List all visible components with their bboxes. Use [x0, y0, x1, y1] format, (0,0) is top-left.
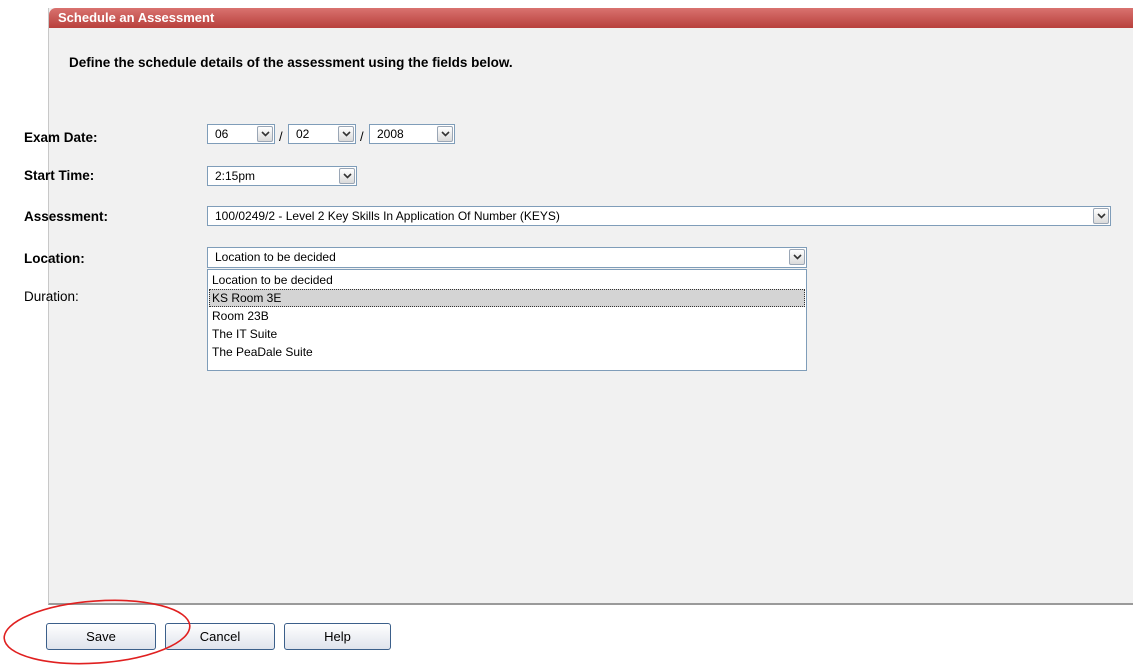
location-option[interactable]: Room 23B: [209, 307, 805, 325]
cancel-button[interactable]: Cancel: [165, 623, 275, 650]
location-value: Location to be decided: [215, 250, 336, 264]
start-time-select[interactable]: 2:15pm: [207, 166, 357, 186]
date-separator: /: [360, 129, 364, 144]
start-time-label: Start Time:: [24, 168, 95, 183]
exam-year-value: 2008: [377, 127, 404, 141]
panel-title: Schedule an Assessment: [49, 8, 1133, 28]
exam-year-select[interactable]: 2008: [369, 124, 455, 144]
chevron-down-icon[interactable]: [338, 126, 354, 142]
save-button[interactable]: Save: [46, 623, 156, 650]
location-dropdown-list: Location to be decided KS Room 3E Room 2…: [207, 269, 807, 371]
help-button[interactable]: Help: [284, 623, 391, 650]
chevron-down-icon[interactable]: [257, 126, 273, 142]
exam-day-value: 06: [215, 127, 229, 141]
assessment-select[interactable]: 100/0249/2 - Level 2 Key Skills In Appli…: [207, 206, 1111, 226]
date-separator: /: [279, 129, 283, 144]
start-time-value: 2:15pm: [215, 169, 256, 183]
intro-text: Define the schedule details of the asses…: [69, 55, 513, 70]
location-label: Location:: [24, 251, 85, 266]
location-option[interactable]: Location to be decided: [209, 271, 805, 289]
duration-label: Duration:: [24, 289, 79, 304]
chevron-down-icon[interactable]: [789, 249, 805, 265]
exam-date-label: Exam Date:: [24, 130, 98, 145]
assessment-label: Assessment:: [24, 209, 109, 224]
location-option[interactable]: The PeaDale Suite: [209, 343, 805, 361]
assessment-value: 100/0249/2 - Level 2 Key Skills In Appli…: [215, 209, 560, 223]
location-select[interactable]: Location to be decided: [207, 247, 807, 268]
location-option-highlighted[interactable]: KS Room 3E: [209, 289, 805, 307]
chevron-down-icon[interactable]: [339, 168, 355, 184]
chevron-down-icon[interactable]: [437, 126, 453, 142]
exam-day-select[interactable]: 06: [207, 124, 275, 144]
location-option[interactable]: The IT Suite: [209, 325, 805, 343]
chevron-down-icon[interactable]: [1093, 208, 1109, 224]
exam-month-value: 02: [296, 127, 310, 141]
exam-month-select[interactable]: 02: [288, 124, 356, 144]
